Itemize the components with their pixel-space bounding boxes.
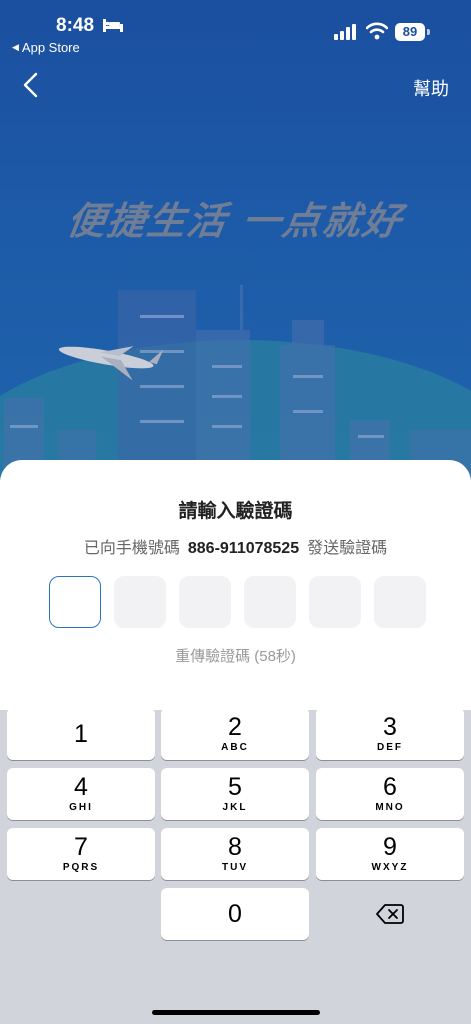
key-9-letters: WXYZ — [371, 862, 409, 873]
key-0[interactable]: 0 — [161, 888, 309, 940]
key-7-digit: 7 — [74, 833, 88, 861]
key-1[interactable]: 1 — [7, 708, 155, 760]
slogan-text: 便捷生活 一点就好 — [64, 199, 406, 243]
otp-digit-1[interactable] — [49, 576, 101, 628]
hero-banner: 便捷生活 一点就好 — [0, 0, 471, 480]
cellular-signal-icon — [334, 24, 356, 40]
key-8-digit: 8 — [228, 833, 242, 861]
otp-digit-4[interactable] — [244, 576, 296, 628]
key-0-digit: 0 — [228, 900, 242, 928]
help-button[interactable]: 幫助 — [413, 75, 449, 101]
back-app-label: App Store — [21, 40, 80, 55]
key-4-digit: 4 — [74, 773, 88, 801]
key-5[interactable]: 5 JKL — [161, 768, 309, 820]
sub-prefix: 已向手機號碼 — [83, 540, 180, 557]
delete-backspace-icon — [376, 904, 404, 924]
battery-tip — [427, 29, 430, 35]
wifi-icon — [366, 22, 388, 40]
key-2-digit: 2 — [228, 713, 242, 741]
key-4-letters: GHI — [69, 802, 93, 813]
key-6[interactable]: 6 MNO — [316, 768, 464, 820]
key-3[interactable]: 3 DEF — [316, 708, 464, 760]
key-2[interactable]: 2 ABC — [161, 708, 309, 760]
otp-digit-3[interactable] — [179, 576, 231, 628]
sheet-subtitle: 已向手機號碼 886-911078525 發送驗證碼 — [0, 534, 471, 558]
status-time: 8:48 — [56, 15, 95, 36]
key-4[interactable]: 4 GHI — [7, 768, 155, 820]
status-bar: 8:48 ◀ App Store 89 — [0, 0, 471, 62]
key-5-digit: 5 — [228, 773, 242, 801]
key-9-digit: 9 — [383, 833, 397, 861]
back-to-app-store[interactable]: ◀ App Store — [12, 40, 80, 55]
delete-key[interactable] — [316, 888, 464, 940]
otp-input-row — [49, 576, 426, 628]
key-3-letters: DEF — [377, 742, 403, 753]
key-8-letters: TUV — [222, 862, 248, 873]
battery-indicator: 89 — [395, 23, 425, 41]
otp-digit-6[interactable] — [374, 576, 426, 628]
verification-sheet: 請輸入驗證碼 已向手機號碼 886-911078525 發送驗證碼 重傳驗證碼 (5… — [0, 460, 471, 710]
back-chevron-icon[interactable] — [20, 72, 44, 98]
key-8[interactable]: 8 TUV — [161, 828, 309, 880]
phone-number: 886-911078525 — [187, 540, 300, 557]
home-indicator — [152, 1010, 320, 1015]
otp-digit-5[interactable] — [309, 576, 361, 628]
bed-icon — [103, 19, 123, 32]
numeric-keypad: 1 2 ABC 3 DEF 4 GHI 5 JKL 6 MNO 7 PQRS 8… — [0, 700, 471, 1024]
key-6-digit: 6 — [383, 773, 397, 801]
key-5-letters: JKL — [222, 802, 248, 813]
key-1-digit: 1 — [74, 720, 88, 748]
key-6-letters: MNO — [375, 802, 405, 813]
key-3-digit: 3 — [383, 713, 397, 741]
key-7[interactable]: 7 PQRS — [7, 828, 155, 880]
key-9[interactable]: 9 WXYZ — [316, 828, 464, 880]
back-triangle-icon: ◀ — [12, 42, 19, 52]
sub-suffix: 發送驗證碼 — [307, 540, 388, 557]
city-illustration — [0, 285, 471, 480]
otp-digit-2[interactable] — [114, 576, 166, 628]
key-2-letters: ABC — [221, 742, 249, 753]
key-7-letters: PQRS — [62, 862, 100, 873]
resend-code-countdown: 重傳驗證碼 (58秒) — [175, 648, 296, 665]
sheet-title: 請輸入驗證碼 — [178, 501, 293, 522]
